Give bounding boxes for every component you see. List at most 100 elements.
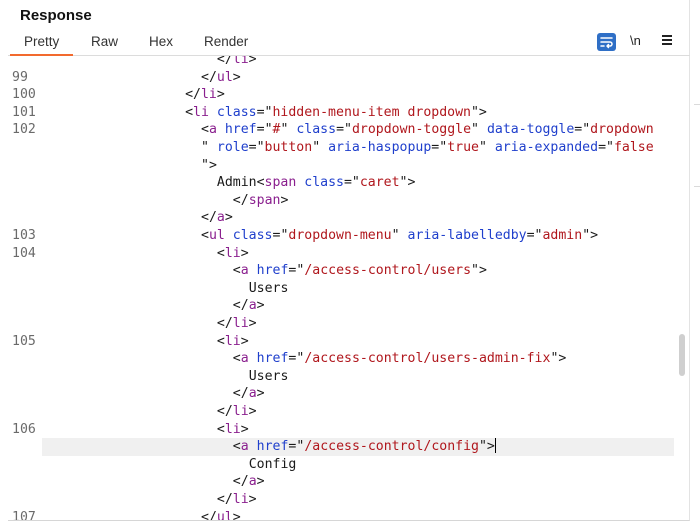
code-line[interactable]: 102 <a href="#" class="dropdown-toggle" d… bbox=[8, 121, 674, 139]
code-token: a bbox=[208, 122, 217, 138]
code-line[interactable]: </li> bbox=[8, 491, 674, 509]
code-token: =" bbox=[248, 140, 265, 155]
code-line[interactable]: </li> bbox=[8, 315, 674, 333]
code-line[interactable]: 99 </ul> bbox=[8, 69, 674, 87]
code-token: > bbox=[256, 298, 265, 314]
code-token: aria-haspopup bbox=[328, 140, 432, 155]
code-token: Users bbox=[248, 280, 289, 296]
code-token: =" bbox=[288, 351, 305, 367]
code-token: </ bbox=[185, 87, 201, 103]
code-token: </ bbox=[201, 509, 217, 520]
code-token: li bbox=[232, 56, 249, 67]
line-number: 104 bbox=[12, 245, 36, 261]
code-line[interactable]: </a> bbox=[8, 473, 674, 491]
code-token: =" bbox=[288, 439, 305, 455]
code-token: </ bbox=[232, 298, 249, 314]
tab-bar: Pretty Raw Hex Render \n bbox=[8, 28, 690, 56]
code-text: <a href="/access-control/users-admin-fix… bbox=[233, 350, 567, 368]
line-number: 103 bbox=[12, 228, 36, 243]
code-line[interactable]: Config bbox=[8, 456, 674, 474]
code-line[interactable]: </a> bbox=[8, 209, 674, 227]
code-line[interactable]: Users bbox=[8, 368, 674, 386]
code-token: a bbox=[240, 351, 249, 367]
code-token: button bbox=[264, 140, 313, 155]
code-token: < bbox=[232, 351, 241, 367]
code-text: Admin<span class="caret"> bbox=[217, 174, 416, 192]
code-token: </ bbox=[232, 192, 249, 208]
code-token: li bbox=[200, 87, 217, 103]
code-token: a bbox=[248, 298, 257, 314]
scrollbar-thumb[interactable] bbox=[679, 334, 685, 376]
code-line[interactable]: "> bbox=[8, 157, 674, 175]
code-token: </ bbox=[201, 69, 217, 85]
code-line[interactable]: 107 </ul> bbox=[8, 509, 674, 520]
code-text: </a> bbox=[233, 385, 265, 403]
code-line[interactable]: <a href="/access-control/users"> bbox=[8, 262, 674, 280]
code-token: "> bbox=[399, 175, 416, 191]
tab-hex[interactable]: Hex bbox=[149, 34, 173, 49]
code-line[interactable]: </li> bbox=[8, 403, 674, 421]
code-line[interactable]: 106 <li> bbox=[8, 421, 674, 439]
code-line[interactable]: " role="button" aria-haspopup="true" ari… bbox=[8, 139, 674, 157]
code-token: < bbox=[216, 245, 225, 261]
code-line[interactable]: </a> bbox=[8, 297, 674, 315]
code-line[interactable]: 100 </li> bbox=[8, 86, 674, 104]
word-wrap-toggle[interactable] bbox=[597, 33, 616, 51]
code-token: < bbox=[232, 263, 241, 279]
code-line[interactable]: Admin<span class="caret"> bbox=[8, 174, 674, 192]
code-text: <a href="#" class="dropdown-toggle" data… bbox=[201, 121, 654, 139]
code-token: "> bbox=[471, 263, 487, 279]
tab-render[interactable]: Render bbox=[204, 34, 248, 49]
code-token: > bbox=[240, 421, 249, 437]
code-line[interactable]: </a> bbox=[8, 385, 674, 403]
code-line[interactable]: Users bbox=[8, 280, 674, 298]
code-token: "> bbox=[470, 104, 487, 120]
code-line[interactable]: 105 <li> bbox=[8, 333, 674, 351]
code-text: <ul class="dropdown-menu" aria-labelledb… bbox=[201, 227, 598, 245]
code-line[interactable]: <a href="/access-control/users-admin-fix… bbox=[8, 350, 674, 368]
line-number: 107 bbox=[12, 509, 36, 520]
tab-raw[interactable]: Raw bbox=[91, 34, 118, 49]
code-line[interactable]: 101 <li class="hidden-menu-item dropdown"… bbox=[8, 104, 674, 122]
code-text: "> bbox=[201, 157, 217, 175]
code-token: /access-control/users bbox=[304, 263, 472, 279]
code-token: > bbox=[256, 386, 265, 402]
code-token: li bbox=[232, 492, 249, 507]
code-text: <li> bbox=[217, 333, 249, 351]
code-token: ul bbox=[216, 509, 233, 520]
code-token: /access-control/users-admin-fix bbox=[304, 351, 551, 367]
code-token: > bbox=[232, 509, 241, 520]
vertical-scrollbar[interactable] bbox=[676, 56, 689, 520]
code-line[interactable]: </li> bbox=[8, 56, 674, 69]
code-line[interactable]: </span> bbox=[8, 192, 674, 210]
code-token: </ bbox=[216, 404, 233, 419]
hamburger-menu-icon[interactable] bbox=[659, 32, 675, 48]
code-line[interactable]: 103 <ul class="dropdown-menu" aria-labell… bbox=[8, 227, 674, 245]
code-text: </a> bbox=[233, 473, 265, 491]
code-line[interactable]: 104 <li> bbox=[8, 245, 674, 263]
newline-toggle[interactable]: \n bbox=[630, 33, 641, 48]
code-token: > bbox=[248, 492, 257, 507]
code-token: a bbox=[248, 474, 257, 490]
code-token: ul bbox=[208, 228, 225, 243]
code-token: data-toggle bbox=[486, 122, 575, 138]
code-token: < bbox=[216, 421, 225, 437]
code-line[interactable]: <a href="/access-control/config"> bbox=[42, 438, 674, 456]
code-token: false bbox=[613, 140, 654, 155]
code-token: </ bbox=[232, 474, 249, 490]
tab-pretty[interactable]: Pretty bbox=[9, 34, 74, 56]
code-token: li bbox=[232, 404, 249, 419]
code-token: "> bbox=[478, 439, 495, 455]
code-editor[interactable]: </li> 99 </ul> 100 </li> 101 <li class="hidden… bbox=[8, 56, 674, 520]
code-token: caret bbox=[359, 175, 400, 191]
code-token: > bbox=[240, 245, 249, 261]
code-token: span bbox=[248, 192, 281, 208]
code-token: > bbox=[256, 474, 265, 490]
line-number: 100 bbox=[12, 87, 36, 103]
code-token: "> bbox=[550, 351, 567, 367]
code-token: =" bbox=[343, 175, 360, 191]
